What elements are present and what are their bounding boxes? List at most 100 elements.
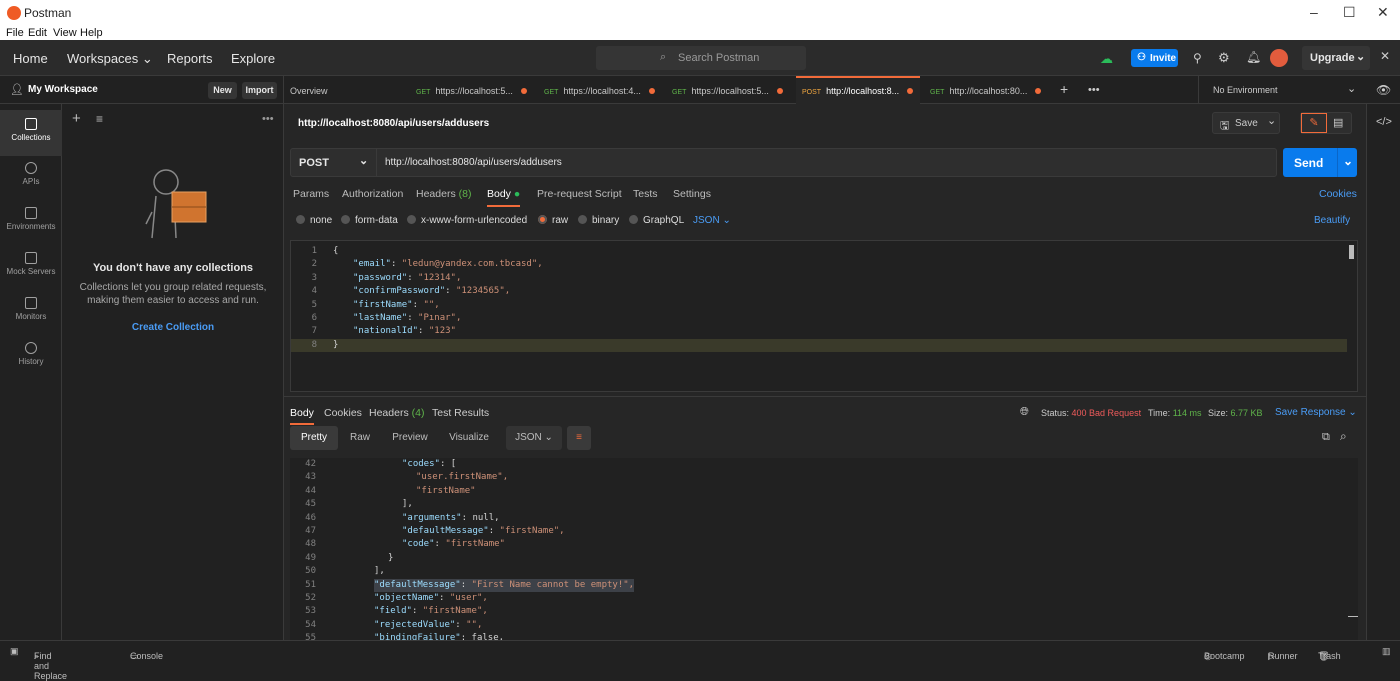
wrap-lines-icon[interactable]: ≡	[567, 426, 591, 450]
satellite-icon[interactable]: ⚲	[1193, 51, 1202, 65]
tab-request-3[interactable]: GET https://localhost:5...	[672, 76, 792, 104]
resp-tab-headers[interactable]: Headers (4)	[369, 407, 424, 419]
sidebar-item-collections[interactable]: Collections	[0, 110, 62, 156]
tab-request-5[interactable]: GET http://localhost:80...	[930, 76, 1050, 104]
view-preview[interactable]: Preview	[382, 426, 438, 450]
chevron-down-icon: ⌄	[1348, 407, 1357, 418]
tab-pre-request-script[interactable]: Pre-request Script	[537, 188, 622, 200]
format-select[interactable]: JSON ⌄	[693, 215, 731, 226]
upgrade-button[interactable]: Upgrade ⌄	[1302, 46, 1370, 70]
response-format-select[interactable]: JSON ⌄	[506, 426, 562, 450]
method-select[interactable]: POST ⌄	[291, 149, 377, 176]
sidebar-item-monitors[interactable]: Monitors	[0, 289, 62, 333]
monitor-icon	[25, 297, 37, 309]
time-value: 114 ms	[1172, 408, 1202, 418]
bell-icon[interactable]: 🔔︎	[1246, 50, 1261, 64]
resp-tab-test-results[interactable]: Test Results	[432, 407, 489, 419]
view-visualize[interactable]: Visualize	[442, 426, 496, 450]
close-icon[interactable]: ✕	[1377, 4, 1389, 21]
filter-icon[interactable]: ≡	[96, 112, 103, 126]
tab-params[interactable]: Params	[293, 188, 329, 200]
sidebar-item-apis[interactable]: APIs	[0, 154, 62, 198]
minimize-icon[interactable]: –	[1310, 4, 1318, 20]
view-pretty[interactable]: Pretty	[290, 426, 338, 450]
search-box[interactable]: ⌕ Search Postman	[596, 46, 806, 70]
sidebar-toggle-icon[interactable]: ▣	[10, 646, 19, 657]
environment-label: No Environment	[1213, 85, 1278, 95]
environment-select[interactable]: No Environment ⌄	[1198, 76, 1366, 104]
maximize-icon[interactable]: ☐	[1343, 4, 1356, 21]
layout-icon[interactable]: ▥	[1382, 646, 1391, 657]
nav-explore[interactable]: Explore	[231, 51, 275, 66]
documentation-icon[interactable]: ▤	[1333, 116, 1343, 129]
plus-icon[interactable]: +	[72, 110, 81, 127]
response-body[interactable]: 42 "codes": [43 "user.firstName", 44 "firstN…	[290, 458, 1358, 640]
plus-icon[interactable]: +	[1060, 81, 1068, 97]
request-body-editor[interactable]: 1{2 "email": "ledun@yandex.com.tbcasd", 3 "…	[290, 240, 1358, 392]
resp-tab-body[interactable]: Body	[290, 407, 314, 425]
tab-headers[interactable]: Headers (8)	[416, 188, 471, 200]
tab-settings[interactable]: Settings	[673, 188, 711, 200]
history-icon	[25, 342, 37, 354]
beautify-link[interactable]: Beautify	[1314, 215, 1350, 226]
radio-raw[interactable]: raw	[538, 215, 568, 226]
radio-urlencoded[interactable]: x-www-form-urlencoded	[407, 215, 527, 226]
eye-icon[interactable]: 👁︎	[1376, 83, 1391, 97]
sidebar-item-history[interactable]: History	[0, 334, 62, 378]
close-icon[interactable]: ✕	[1380, 49, 1390, 63]
save-button[interactable]: 🖫︎ Save ⌄	[1212, 112, 1280, 134]
view-raw[interactable]: Raw	[340, 426, 380, 450]
tab-authorization[interactable]: Authorization	[342, 188, 403, 200]
workspace-name[interactable]: My Workspace	[28, 84, 98, 95]
code-line: 1{	[291, 245, 1347, 258]
edit-toggle[interactable]: ✎ ▤	[1300, 112, 1352, 134]
tab-body[interactable]: Body ●	[487, 188, 521, 207]
scrollbar[interactable]	[1348, 616, 1358, 617]
tab-overview[interactable]: Overview	[290, 76, 406, 104]
sidebar-item-mock-servers[interactable]: Mock Servers	[0, 244, 62, 288]
tab-request-2[interactable]: GET https://localhost:4...	[544, 76, 664, 104]
more-icon[interactable]: •••	[262, 113, 274, 125]
gear-icon[interactable]: ⚙	[1218, 50, 1230, 66]
menu-view[interactable]: View	[53, 27, 77, 39]
menu-bar: File Edit View Help	[0, 26, 1400, 40]
new-button[interactable]: New	[208, 82, 237, 99]
url-input[interactable]: http://localhost:8080/api/users/addusers	[385, 157, 562, 168]
copy-icon[interactable]: ⧉	[1322, 431, 1330, 444]
sidebar-item-environments[interactable]: Environments	[0, 199, 62, 243]
send-button[interactable]: Send ⌄	[1283, 148, 1357, 177]
resp-tab-cookies[interactable]: Cookies	[324, 407, 362, 419]
sync-icon[interactable]: ☁	[1100, 51, 1113, 67]
pencil-icon[interactable]: ✎	[1301, 113, 1327, 133]
tab-tests[interactable]: Tests	[633, 188, 658, 200]
cookies-link[interactable]: Cookies	[1319, 188, 1357, 200]
radio-form-data[interactable]: form-data	[341, 215, 398, 226]
radio-graphql[interactable]: GraphQL	[629, 215, 684, 226]
radio-binary[interactable]: binary	[578, 215, 619, 226]
code-punct: }	[388, 552, 394, 563]
format-label: JSON	[693, 215, 720, 226]
menu-file[interactable]: File	[6, 27, 24, 39]
menu-help[interactable]: Help	[80, 27, 103, 39]
radio-none[interactable]: none	[296, 215, 332, 226]
search-icon[interactable]: ⌕	[1340, 429, 1347, 444]
chevron-down-icon[interactable]: ⌄	[1343, 154, 1353, 168]
avatar[interactable]	[1270, 49, 1288, 67]
import-button[interactable]: Import	[242, 82, 277, 99]
code-punct: :	[390, 259, 402, 270]
scrollbar[interactable]	[1349, 245, 1354, 259]
create-collection-link[interactable]: Create Collection	[62, 322, 284, 333]
code-text: "codes": [	[402, 458, 456, 471]
json-key: "code"	[402, 539, 435, 550]
nav-home[interactable]: Home	[13, 51, 48, 66]
more-icon[interactable]: •••	[1088, 84, 1100, 96]
menu-edit[interactable]: Edit	[28, 27, 47, 39]
tab-request-4[interactable]: POST http://localhost:8...	[796, 76, 920, 104]
invite-button[interactable]: ⚇ Invite	[1131, 49, 1178, 67]
tab-request-1[interactable]: GET https://localhost:5...	[416, 76, 536, 104]
save-response-button[interactable]: Save Response ⌄	[1275, 407, 1357, 418]
nav-workspaces[interactable]: Workspaces ⌄	[67, 51, 153, 67]
nav-reports[interactable]: Reports	[167, 51, 213, 66]
code-icon[interactable]: </>	[1376, 116, 1392, 128]
code-line: 51 "defaultMessage": "First Name cannot b…	[290, 578, 1340, 592]
